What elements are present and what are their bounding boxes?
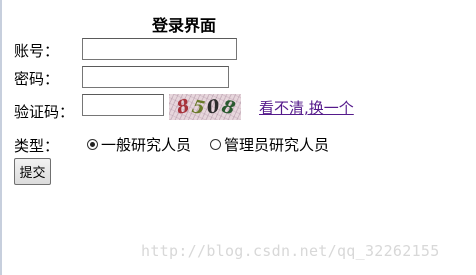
watermark-text: http://blog.csdn.net/qq_32262155 — [141, 242, 440, 260]
captcha-char-2: 5 — [190, 96, 207, 119]
radio-admin-researcher[interactable]: 管理员研究人员 — [210, 134, 329, 155]
account-input[interactable] — [82, 38, 237, 60]
page-title: 登录界面 — [152, 16, 217, 35]
captcha-label: 验证码： — [14, 103, 75, 121]
captcha-input[interactable] — [82, 94, 164, 116]
password-input[interactable] — [82, 66, 229, 88]
radio-label-general: 一般研究人员 — [101, 136, 192, 154]
radio-unchecked-icon[interactable] — [210, 139, 221, 150]
radio-checked-icon[interactable] — [87, 139, 98, 150]
captcha-char-4: 8 — [218, 96, 237, 120]
refresh-captcha-link[interactable]: 看不清,换一个 — [259, 97, 354, 118]
password-label: 密码： — [14, 70, 60, 88]
left-border — [0, 0, 2, 275]
radio-label-admin: 管理员研究人员 — [224, 136, 330, 154]
captcha-glyphs: 8 5 0 8 — [174, 95, 238, 120]
radio-general-researcher[interactable]: 一般研究人员 — [87, 134, 191, 155]
account-label: 账号： — [14, 42, 60, 60]
type-label: 类型： — [14, 137, 60, 155]
captcha-image[interactable]: 8 5 0 8 — [169, 94, 241, 120]
submit-button[interactable]: 提交 — [14, 158, 51, 185]
